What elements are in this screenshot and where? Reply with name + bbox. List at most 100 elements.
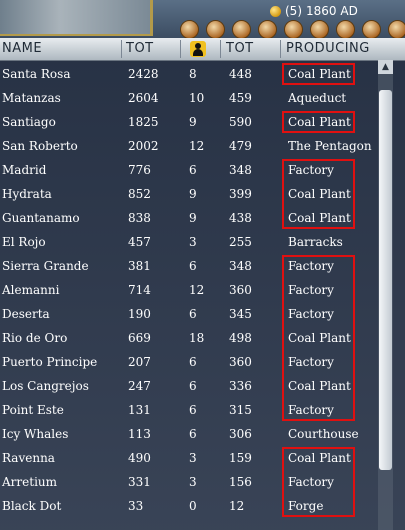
table-row[interactable]: San Roberto 2002 12 479 The Pentagon — [0, 134, 378, 158]
producing-item: Coal Plant — [288, 331, 351, 345]
table-row[interactable]: Hydrata 852 9 399 Coal Plant — [0, 182, 378, 206]
total-value: 852 — [128, 187, 151, 201]
citizen-count: 8 — [189, 67, 197, 81]
scrollbar-thumb[interactable] — [379, 90, 392, 470]
table-row[interactable]: Matanzas 2604 10 459 Aqueduct — [0, 86, 378, 110]
citizen-count: 6 — [189, 163, 197, 177]
minimap[interactable] — [0, 0, 153, 36]
total-value-2: 448 — [229, 67, 252, 81]
producing-item: The Pentagon — [288, 139, 372, 153]
producing-item: Coal Plant — [288, 379, 351, 393]
total-value: 207 — [128, 355, 151, 369]
total-value-2: 590 — [229, 115, 252, 129]
gold-amount: (5) — [285, 4, 302, 18]
table-row[interactable]: Ravenna 490 3 159 Coal Plant — [0, 446, 378, 470]
advisor-icon[interactable] — [232, 20, 251, 39]
total-value: 838 — [128, 211, 151, 225]
producing-item: Coal Plant — [288, 211, 351, 225]
city-name: Matanzas — [2, 91, 61, 105]
city-name: Rio de Oro — [2, 331, 68, 345]
total-value-2: 459 — [229, 91, 252, 105]
producing-item: Courthouse — [288, 427, 359, 441]
column-divider — [280, 40, 281, 58]
total-value-2: 255 — [229, 235, 252, 249]
citizen-count: 6 — [189, 379, 197, 393]
total-value-2: 399 — [229, 187, 252, 201]
total-value: 776 — [128, 163, 151, 177]
city-name: Sierra Grande — [2, 259, 89, 273]
table-row[interactable]: El Rojo 457 3 255 Barracks — [0, 230, 378, 254]
producing-item: Forge — [288, 499, 324, 513]
advisor-icon[interactable] — [258, 20, 277, 39]
citizen-count: 18 — [189, 331, 205, 345]
table-row[interactable]: Santa Rosa 2428 8 448 Coal Plant — [0, 62, 378, 86]
city-name: El Rojo — [2, 235, 46, 249]
total-value: 190 — [128, 307, 151, 321]
city-name: Puerto Principe — [2, 355, 98, 369]
citizen-count: 9 — [189, 211, 197, 225]
city-name: Black Dot — [2, 499, 62, 513]
table-row[interactable]: Deserta 190 6 345 Factory — [0, 302, 378, 326]
city-name: Icy Whales — [2, 427, 69, 441]
table-row[interactable]: Madrid 776 6 348 Factory — [0, 158, 378, 182]
table-row[interactable]: Arretium 331 3 156 Factory — [0, 470, 378, 494]
table-row[interactable]: Santiago 1825 9 590 Coal Plant — [0, 110, 378, 134]
city-name: Santa Rosa — [2, 67, 71, 81]
table-row[interactable]: Alemanni 714 12 360 Factory — [0, 278, 378, 302]
column-divider — [220, 40, 221, 58]
total-value: 33 — [128, 499, 144, 513]
citizen-count: 9 — [189, 115, 197, 129]
column-divider — [180, 40, 181, 58]
citizen-count: 9 — [189, 187, 197, 201]
citizen-count: 0 — [189, 499, 197, 513]
producing-item: Coal Plant — [288, 115, 351, 129]
producing-item: Factory — [288, 403, 334, 417]
turn-info: (5) 1860 AD — [270, 2, 358, 20]
advisor-icon[interactable] — [336, 20, 355, 39]
table-row[interactable]: Sierra Grande 381 6 348 Factory — [0, 254, 378, 278]
advisor-icon[interactable] — [388, 20, 405, 39]
total-value-2: 348 — [229, 259, 252, 273]
table-row[interactable]: Los Cangrejos 247 6 336 Coal Plant — [0, 374, 378, 398]
producing-item: Factory — [288, 163, 334, 177]
advisor-icon[interactable] — [284, 20, 303, 39]
table-row[interactable]: Black Dot 33 0 12 Forge — [0, 494, 378, 518]
producing-item: Factory — [288, 259, 334, 273]
table-row[interactable]: Point Este 131 6 315 Factory — [0, 398, 378, 422]
city-table-body: Santa Rosa 2428 8 448 Coal Plant Matanzas 2604… — [0, 62, 378, 518]
total-value-2: 348 — [229, 163, 252, 177]
advisor-icon[interactable] — [180, 20, 199, 39]
table-header: NAME TOT TOT PRODUCING — [0, 38, 405, 61]
total-value: 113 — [128, 427, 151, 441]
scroll-up-arrow-icon[interactable]: ▲ — [378, 60, 393, 74]
total-value-2: 306 — [229, 427, 252, 441]
total-value-2: 498 — [229, 331, 252, 345]
table-row[interactable]: Puerto Principe 207 6 360 Factory — [0, 350, 378, 374]
column-header-tot-2[interactable]: TOT — [226, 38, 254, 60]
city-name: Los Cangrejos — [2, 379, 89, 393]
advisor-icon[interactable] — [310, 20, 329, 39]
citizen-count: 3 — [189, 235, 197, 249]
producing-item: Factory — [288, 355, 334, 369]
producing-item: Aqueduct — [288, 91, 347, 105]
column-header-name[interactable]: NAME — [2, 38, 42, 60]
producing-item: Coal Plant — [288, 187, 351, 201]
city-name: Deserta — [2, 307, 50, 321]
city-name: Guantanamo — [2, 211, 80, 225]
column-header-producing[interactable]: PRODUCING — [286, 38, 370, 60]
scrollbar[interactable]: ▲ — [378, 60, 393, 530]
citizen-count: 3 — [189, 475, 197, 489]
citizen-icon[interactable] — [190, 41, 206, 57]
total-value: 247 — [128, 379, 151, 393]
city-name: Point Este — [2, 403, 64, 417]
table-row[interactable]: Rio de Oro 669 18 498 Coal Plant — [0, 326, 378, 350]
column-header-tot[interactable]: TOT — [126, 38, 154, 60]
citizen-count: 6 — [189, 427, 197, 441]
citizen-count: 10 — [189, 91, 205, 105]
advisor-icon[interactable] — [206, 20, 225, 39]
table-row[interactable]: Icy Whales 113 6 306 Courthouse — [0, 422, 378, 446]
table-row[interactable]: Guantanamo 838 9 438 Coal Plant — [0, 206, 378, 230]
total-value: 381 — [128, 259, 151, 273]
advisor-icon[interactable] — [362, 20, 381, 39]
citizen-count: 12 — [189, 139, 205, 153]
